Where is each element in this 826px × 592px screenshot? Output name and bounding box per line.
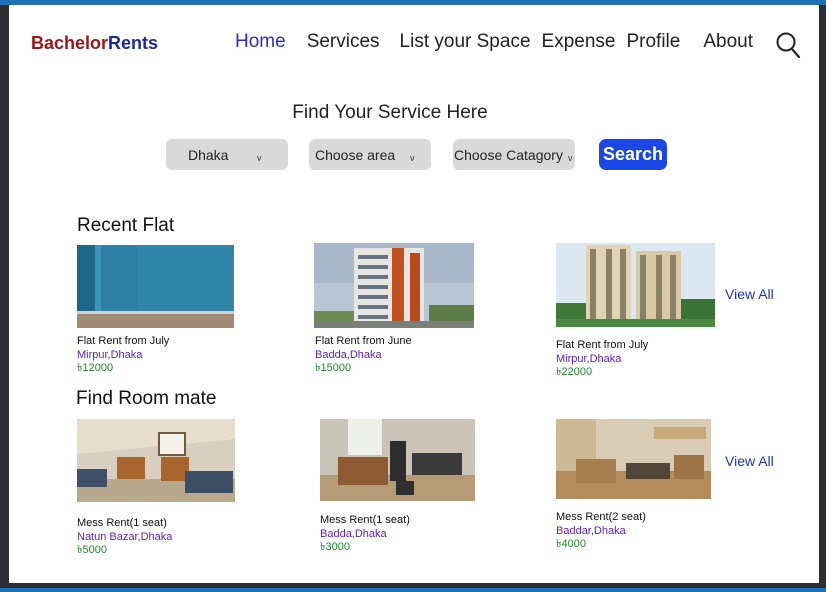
flat-1-title[interactable]: Flat Rent from July <box>77 335 169 349</box>
search-icon[interactable] <box>775 31 801 59</box>
room-2-price: ৳3000 <box>320 541 350 553</box>
flat-1-image[interactable] <box>77 245 234 328</box>
chevron-down-icon: v <box>410 153 415 163</box>
room-1-image[interactable] <box>77 419 235 502</box>
room-2-location: Badda,Dhaka <box>320 527 387 540</box>
room-3-title[interactable]: Mess Rent(2 seat) <box>556 511 646 525</box>
roommate-title: Find Room mate <box>76 388 217 409</box>
nav-expense[interactable]: Expense <box>542 31 616 53</box>
flat-2-info: Flat Rent from June Badda,Dhaka ৳15000 <box>315 335 412 376</box>
city-select[interactable]: Dhaka v <box>166 139 288 170</box>
room-3-image[interactable] <box>556 419 711 499</box>
room-1-title[interactable]: Mess Rent(1 seat) <box>77 517 172 531</box>
room-1-info: Mess Rent(1 seat) Natun Bazar,Dhaka ৳500… <box>77 517 172 558</box>
flat-3-info: Flat Rent from July Mirpur,Dhaka ৳22000 <box>556 339 648 380</box>
flat-2-image[interactable] <box>314 243 474 328</box>
room-1-location: Natun Bazar,Dhaka <box>77 530 173 543</box>
flat-1-location: Mirpur,Dhaka <box>77 348 143 361</box>
find-service-title: Find Your Service Here <box>292 102 488 123</box>
recent-flat-view-all-link[interactable]: View All <box>725 286 774 302</box>
page: BachelorRents Home Services List your Sp… <box>9 5 819 583</box>
room-3-location: Baddar,Dhaka <box>556 524 626 537</box>
nav-list-your-space[interactable]: List your Space <box>400 31 531 53</box>
search-button[interactable]: Search <box>599 139 667 170</box>
room-2-title[interactable]: Mess Rent(1 seat) <box>320 514 410 528</box>
flat-3-price: ৳22000 <box>556 366 593 378</box>
flat-2-title[interactable]: Flat Rent from June <box>315 335 412 349</box>
chevron-down-icon: v <box>257 153 262 163</box>
window-bottom-border <box>0 588 826 592</box>
category-select-value: Choose Catagory <box>454 146 563 163</box>
room-3-price: ৳4000 <box>556 538 586 550</box>
flat-2-price: ৳15000 <box>315 362 352 374</box>
area-select[interactable]: Choose area v <box>309 139 431 170</box>
area-select-value: Choose area <box>315 146 396 163</box>
nav-home[interactable]: Home <box>235 31 286 53</box>
room-1-price: ৳5000 <box>77 544 107 556</box>
nav-about[interactable]: About <box>703 31 753 53</box>
room-2-image[interactable] <box>320 419 475 501</box>
flat-1-price: ৳12000 <box>77 362 114 374</box>
roommate-view-all-link[interactable]: View All <box>725 453 774 469</box>
brand-part2: Rents <box>108 33 159 53</box>
flat-3-image[interactable] <box>556 243 715 327</box>
room-3-info: Mess Rent(2 seat) Baddar,Dhaka ৳4000 <box>556 511 646 552</box>
nav-profile[interactable]: Profile <box>626 31 680 53</box>
brand-logo[interactable]: BachelorRents <box>31 33 158 54</box>
chevron-down-icon: v <box>568 153 573 163</box>
brand-part1: Bachelor <box>31 33 109 53</box>
room-2-info: Mess Rent(1 seat) Badda,Dhaka ৳3000 <box>320 514 410 555</box>
flat-3-location: Mirpur,Dhaka <box>556 352 622 365</box>
category-select[interactable]: Choose Catagory v <box>453 139 575 170</box>
flat-1-info: Flat Rent from July Mirpur,Dhaka ৳12000 <box>77 335 169 376</box>
flat-2-location: Badda,Dhaka <box>315 348 382 361</box>
city-select-value: Dhaka <box>188 146 229 163</box>
recent-flat-title: Recent Flat <box>77 215 175 236</box>
nav-services[interactable]: Services <box>307 31 380 53</box>
flat-3-title[interactable]: Flat Rent from July <box>556 339 648 353</box>
main-nav: Home Services List your Space Expense Pr… <box>235 31 753 53</box>
